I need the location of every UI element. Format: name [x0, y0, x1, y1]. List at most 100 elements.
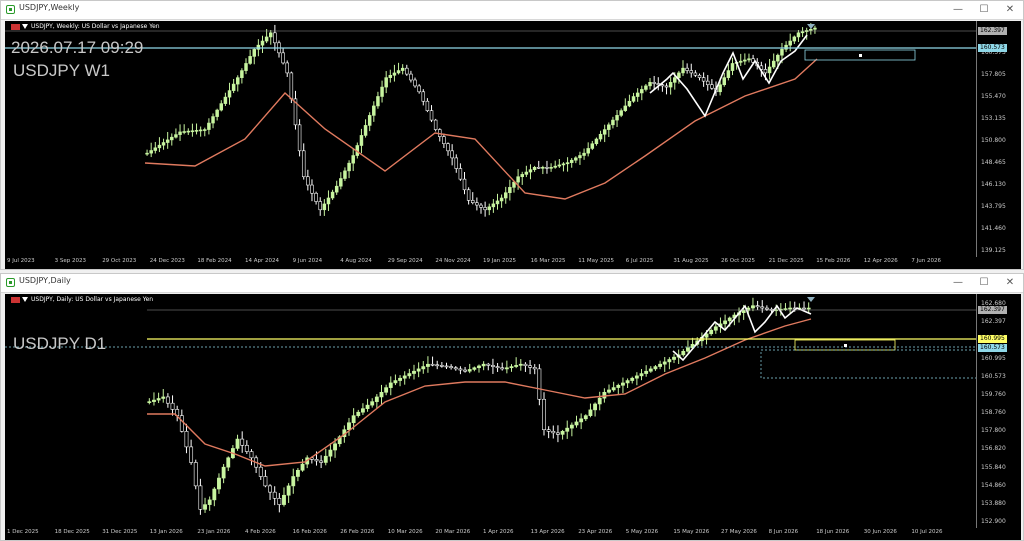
weekly-candle-body	[586, 148, 590, 154]
daily-candle-body	[323, 455, 328, 463]
weekly-candle-body	[611, 119, 615, 126]
weekly-level-price-tag: 160.573	[978, 44, 1007, 52]
daily-candle-body	[579, 418, 584, 423]
daily-candle-body	[421, 366, 426, 370]
weekly-candle-body	[322, 203, 327, 211]
weekly-candle-body	[231, 83, 236, 91]
weekly-candle-body	[524, 171, 529, 175]
daily-candle-body	[486, 363, 491, 366]
daily-candle-body	[532, 367, 537, 370]
weekly-candle-body	[557, 164, 562, 167]
daily-price-plot[interactable]	[5, 294, 977, 528]
minimize-button[interactable]: —	[945, 274, 971, 292]
weekly-candle-body	[149, 150, 153, 154]
daily-chart-canvas[interactable]: USDJPY, Daily: US Dollar vs Japanese Yen…	[5, 294, 1021, 540]
weekly-info-text: USDJPY, Weekly: US Dollar vs Japanese Ye…	[31, 23, 160, 30]
daily-candle-body	[621, 382, 625, 386]
daily-candle-body	[203, 504, 207, 510]
weekly-candle-body	[619, 110, 623, 116]
weekly-candle-body	[248, 56, 252, 64]
maximize-button[interactable]: ☐	[971, 1, 997, 19]
weekly-candle-body	[747, 58, 751, 61]
daily-candle-body	[161, 396, 166, 399]
weekly-candle-body	[462, 178, 467, 191]
daily-candle-body	[467, 369, 472, 372]
weekly-symbol-label: USDJPY W1	[13, 61, 110, 80]
daily-candle-body	[597, 397, 602, 405]
weekly-candle-body	[499, 197, 504, 202]
weekly-price-label: 146.130	[981, 181, 1006, 188]
weekly-candle-body	[268, 32, 273, 38]
weekly-time-label: 24 Nov 2024	[435, 258, 471, 264]
daily-candle-body	[639, 373, 644, 377]
weekly-candle-body	[244, 63, 248, 71]
daily-chart-info: USDJPY, Daily: US Dollar vs Japanese Yen	[11, 296, 153, 303]
daily-price-label: 156.820	[981, 445, 1006, 453]
daily-candle-body	[244, 444, 249, 452]
daily-candle-body	[802, 307, 806, 310]
weekly-titlebar[interactable]: USDJPY,Weekly — ☐ ✕	[1, 1, 1023, 20]
daily-chart-window[interactable]: USDJPY,Daily — ☐ ✕ USDJPY, Daily: US Dol…	[0, 273, 1024, 541]
weekly-candle-body	[363, 125, 368, 136]
daily-candle-body	[727, 317, 732, 322]
close-button[interactable]: ✕	[997, 274, 1023, 292]
dropdown-arrow-icon[interactable]	[22, 297, 28, 302]
weekly-candle-body	[326, 197, 331, 205]
daily-candle-body	[495, 366, 500, 369]
daily-time-label: 8 Jun 2026	[768, 529, 799, 535]
weekly-candle-body	[726, 70, 731, 78]
daily-time-label: 4 Feb 2026	[245, 529, 276, 535]
daily-candle-body	[152, 399, 156, 402]
weekly-candle-body	[809, 28, 813, 31]
weekly-object-handle[interactable]	[859, 54, 862, 57]
daily-candle-body	[263, 476, 268, 487]
weekly-candle-body	[392, 72, 397, 76]
daily-current-price-tag: 162.397	[978, 306, 1007, 314]
weekly-candle-body	[503, 192, 508, 199]
weekly-candle-body	[203, 129, 207, 131]
weekly-candle-body	[223, 96, 228, 104]
daily-info-text: USDJPY, Daily: US Dollar vs Japanese Yen	[31, 296, 154, 303]
daily-candle-body	[611, 387, 616, 391]
daily-price-label: 162.397	[981, 318, 1006, 326]
weekly-candle-body	[442, 136, 446, 145]
weekly-candle-body	[660, 84, 665, 87]
weekly-candle-body	[170, 136, 174, 141]
daily-time-scale[interactable]: 1 Dec 2025 18 Dec 2025 31 Dec 2025 13 Jan 2…	[5, 528, 977, 540]
daily-price-scale[interactable]: 162.680162.397161.720160.995160.573159.7…	[976, 294, 1021, 528]
daily-candle-body	[491, 365, 495, 367]
weekly-candle-body	[388, 74, 393, 78]
weekly-candle-body	[334, 185, 339, 193]
weekly-candle-body	[240, 70, 244, 78]
daily-candle-body	[565, 427, 570, 432]
weekly-chart-window[interactable]: USDJPY,Weekly — ☐ ✕ USDJPY, Weekly: US D…	[0, 0, 1024, 270]
weekly-price-label: 155.470	[981, 93, 1006, 100]
daily-candle-body	[686, 347, 690, 352]
minimize-button[interactable]: —	[945, 1, 971, 19]
weekly-time-scale[interactable]: 9 Jul 2023 3 Sep 2023 29 Oct 2023 24 Dec 20…	[5, 257, 977, 269]
weekly-price-plot[interactable]	[5, 21, 977, 257]
daily-candle-body	[212, 488, 217, 501]
weekly-price-scale[interactable]: 162.397 160.573 157.805 155.470 153.135 150.8…	[976, 21, 1021, 257]
daily-candle-body	[416, 368, 421, 372]
weekly-time-label: 29 Oct 2023	[102, 258, 137, 264]
weekly-candle-body	[776, 54, 780, 62]
maximize-button[interactable]: ☐	[971, 274, 997, 292]
dropdown-arrow-icon[interactable]	[22, 24, 28, 29]
daily-dotted-zone[interactable]	[760, 349, 977, 379]
weekly-candle-body	[318, 201, 322, 211]
weekly-time-label: 6 Jul 2025	[625, 258, 654, 264]
close-button[interactable]: ✕	[997, 1, 1023, 19]
daily-titlebar[interactable]: USDJPY,Daily — ☐ ✕	[1, 274, 1023, 293]
weekly-candle-body	[701, 77, 706, 82]
daily-object-handle[interactable]	[844, 344, 847, 347]
daily-candle-body	[569, 424, 574, 429]
daily-time-label: 18 Dec 2025	[54, 529, 90, 535]
daily-scroll-marker-icon[interactable]	[807, 297, 815, 302]
weekly-candle-body	[273, 32, 277, 44]
daily-candle-body	[458, 368, 463, 371]
weekly-chart-canvas[interactable]: USDJPY, Weekly: US Dollar vs Japanese Ye…	[5, 21, 1021, 269]
daily-candle-body	[514, 365, 519, 367]
daily-price-label: 160.995	[981, 354, 1006, 362]
weekly-candle-body	[380, 86, 384, 97]
